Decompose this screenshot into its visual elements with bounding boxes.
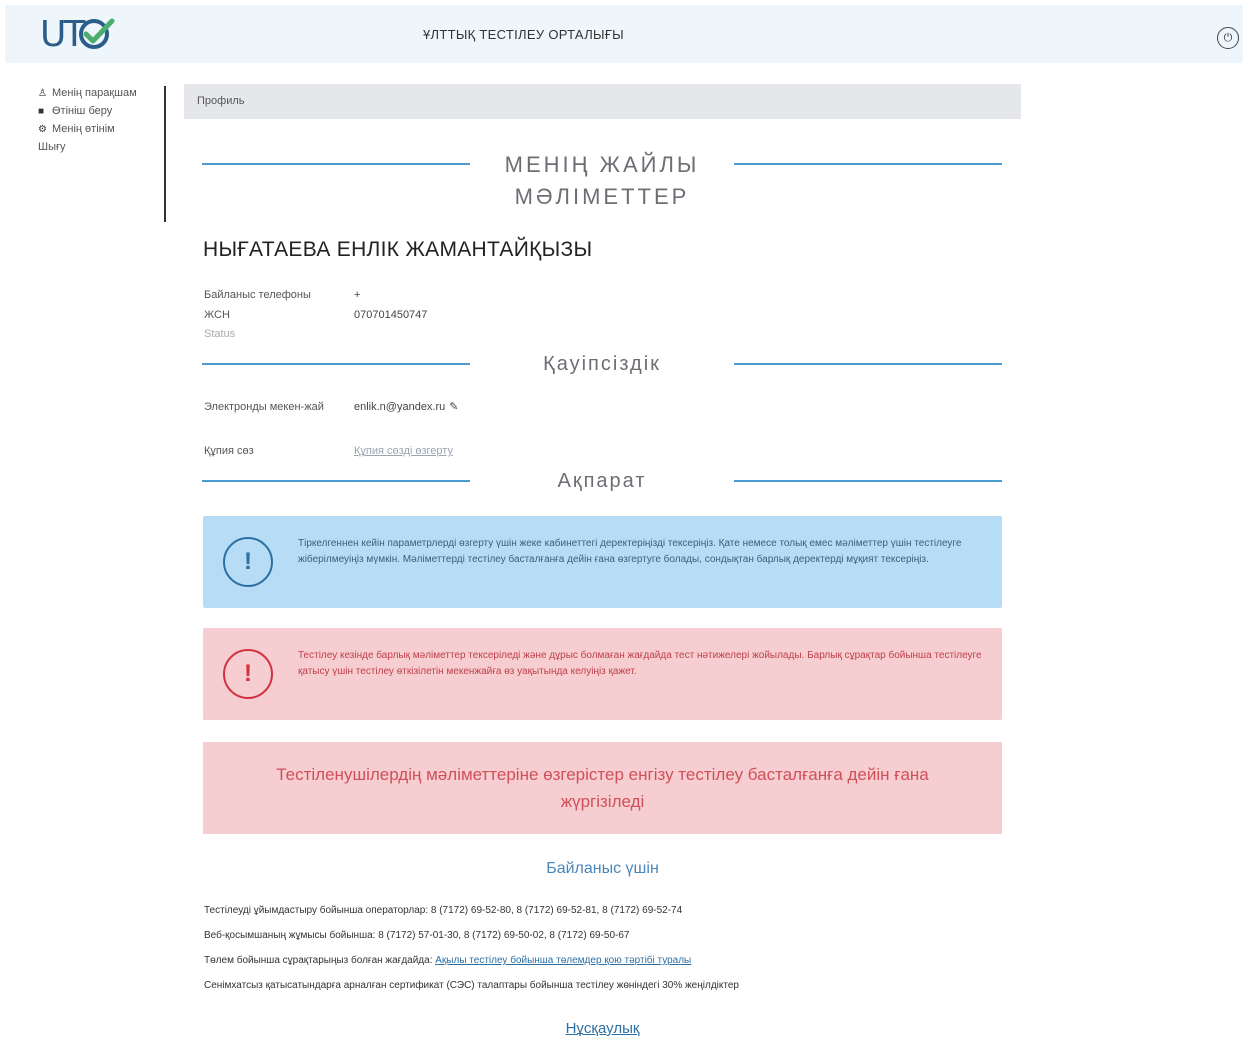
notice-alert: Тестіленушілердің мәліметтеріне өзгеріст… [203,742,1002,834]
document-icon: ■ [38,106,45,117]
top-header: UT ҰЛТТЫҚ ТЕСТІЛЕУ ОРТАЛЫҒЫ ⏻ [5,5,1243,63]
divider [202,480,470,482]
contact-line-payment-prefix: Төлем бойынша сұрақтарыңыз болған жағдай… [204,955,436,966]
section-personal-header: МЕНІҢ ЖАЙЛЫ МӘЛІМЕТТЕР [202,148,1002,214]
sidebar-item-logout[interactable]: Шығу [38,140,164,155]
contact-line-discount: Сенімхатсыз қатысатындарға арналған серт… [204,980,739,991]
contact-line-payment: Төлем бойынша сұрақтарыңыз болған жағдай… [204,955,691,966]
info-alert: ! Тіркелгеннен кейін параметрлерді өзгер… [203,516,1002,608]
user-icon: ♙ [38,88,47,99]
section-title: Қауіпсіздік [543,353,661,375]
email-value: enlik.n@yandex.ru [354,401,446,413]
exclamation-icon: ! [223,649,273,699]
contact-line-web: Веб-қосымшаның жұмысы бойынша: 8 (7172) … [204,930,630,941]
sidebar-item-my-application[interactable]: ⚙ Менің өтінім [38,122,164,137]
section-title: Ақпарат [557,470,647,492]
edit-icon[interactable]: ✎ [449,400,458,414]
user-full-name: НЫҒАТАЕВА ЕНЛІК ЖАМАНТАЙҚЫЗЫ [203,238,593,261]
iin-value: 070701450747 [354,309,428,321]
section-info-header: Ақпарат [202,465,1002,497]
sidebar-nav: ♙ Менің парақшам ■ Өтініш беру ⚙ Менің ө… [38,86,166,222]
section-security-header: Қауіпсіздік [202,348,1002,380]
email-label: Электронды мекен-жай [204,401,324,413]
exclamation-icon: ! [223,537,273,587]
sidebar-item-label: Шығу [38,141,66,153]
notice-alert-text: Тестіленушілердің мәліметтеріне өзгеріст… [276,765,929,811]
info-alert-text: Тіркелгеннен кейін параметрлерді өзгерту… [298,538,962,565]
sidebar-item-label: Менің өтінім [52,123,115,135]
site-title: ҰЛТТЫҚ ТЕСТІЛЕУ ОРТАЛЫҒЫ [423,27,624,42]
divider [734,163,1002,165]
iin-label: ЖСН [204,309,230,321]
phone-label: Байланыс телефоны [204,289,311,301]
iin-row: ЖСН 070701450747 [204,308,427,322]
site-logo[interactable]: UT [40,14,116,55]
logout-icon[interactable]: ⏻ [1217,27,1239,49]
section-title: МЕНІҢ ЖАЙЛЫ МӘЛІМЕТТЕР [504,152,700,209]
breadcrumb: Профиль [184,84,1021,119]
change-password-link[interactable]: Құпия сөзді өзгерту [354,444,453,458]
manual-link[interactable]: Нұсқаулық [203,1020,1002,1037]
divider [734,363,1002,365]
status-label: Status [204,328,236,340]
divider [202,363,470,365]
sidebar-item-my-page[interactable]: ♙ Менің парақшам [38,86,164,101]
sidebar-item-label: Өтініш беру [52,105,113,117]
sidebar-item-apply[interactable]: ■ Өтініш беру [38,104,164,119]
divider [734,480,1002,482]
warning-alert: ! Тестілеу кезінде барлық мәліметтер тек… [203,628,1002,720]
password-label: Құпия сөз [204,445,254,457]
warning-alert-text: Тестілеу кезінде барлық мәліметтер тексе… [298,650,982,677]
payment-info-link[interactable]: Ақылы тестілеу бойынша төлемдер қою тәрт… [435,955,691,966]
gear-icon: ⚙ [38,124,47,135]
divider [202,163,470,165]
sidebar-item-label: Менің парақшам [52,87,137,99]
password-row: Құпия сөз Құпия сөзді өзгерту [204,444,453,458]
contact-line-operators: Тестілеуді ұйымдастыру бойынша операторл… [204,905,683,916]
breadcrumb-current: Профиль [197,95,245,107]
contacts-title: Байланыс үшін [546,860,659,877]
logo-check-icon [79,18,115,49]
phone-value: + [354,289,361,301]
email-row: Электронды мекен-жай enlik.n@yandex.ru ✎ [204,400,459,414]
phone-row: Байланыс телефоны + [204,288,360,302]
